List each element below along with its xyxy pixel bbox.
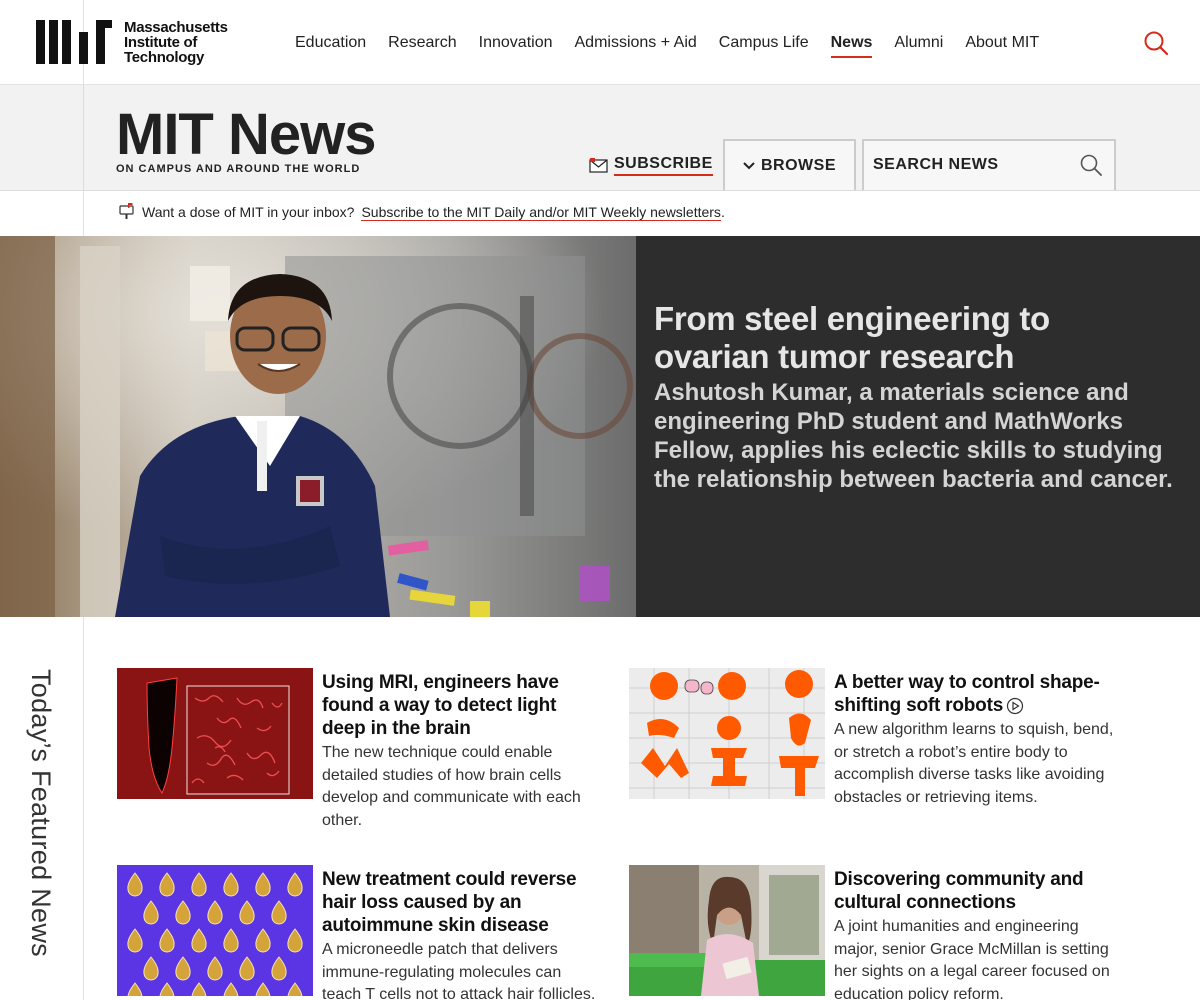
- hero-dek: Ashutosh Kumar, a materials science and …: [654, 379, 1173, 493]
- divider: [83, 617, 84, 1000]
- newsletter-suffix: .: [720, 203, 725, 220]
- site-header: Massachusetts Institute of Technology Ed…: [0, 0, 1200, 85]
- card-dek: A new algorithm learns to squish, bend, …: [834, 721, 1114, 806]
- nav-campus-life[interactable]: Campus Life: [719, 34, 809, 58]
- mit-logo-mark: [36, 20, 112, 64]
- divider: [83, 191, 84, 236]
- card-image[interactable]: [629, 865, 825, 996]
- envelope-icon: [589, 158, 608, 173]
- card-title[interactable]: New treatment could reverse hair loss ca…: [322, 868, 602, 937]
- subscribe-label: SUBSCRIBE: [614, 155, 713, 176]
- newsletter-banner: Want a dose of MIT in your inbox? Subscr…: [0, 191, 1200, 236]
- card-image[interactable]: [117, 668, 313, 799]
- search-icon[interactable]: [1143, 30, 1169, 56]
- card-title[interactable]: Using MRI, engineers have found a way to…: [322, 671, 602, 740]
- mit-wordmark: Massachusetts Institute of Technology: [124, 19, 228, 66]
- featured-card[interactable]: Discovering community and cultural conne…: [629, 865, 1119, 1000]
- card-title[interactable]: Discovering community and cultural conne…: [834, 868, 1114, 914]
- hero-story[interactable]: From steel engineering to ovarian tumor …: [0, 236, 1200, 617]
- featured-section-label: Today’s Featured News: [26, 669, 56, 957]
- search-news-label: SEARCH NEWS: [873, 156, 999, 173]
- mailbox-icon: [119, 203, 134, 219]
- card-dek: The new technique could enable detailed …: [322, 744, 581, 829]
- featured-card[interactable]: New treatment could reverse hair loss ca…: [117, 865, 607, 1000]
- featured-card[interactable]: Using MRI, engineers have found a way to…: [117, 668, 607, 838]
- nav-innovation[interactable]: Innovation: [479, 34, 553, 58]
- news-title: MIT News: [116, 102, 376, 167]
- main-nav: Education Research Innovation Admissions…: [295, 34, 1061, 58]
- nav-research[interactable]: Research: [388, 34, 456, 58]
- newsletter-link[interactable]: Subscribe to the MIT Daily and/or MIT We…: [361, 203, 721, 221]
- hero-title[interactable]: From steel engineering to ovarian tumor …: [654, 300, 1174, 376]
- play-video-icon: [1006, 697, 1024, 715]
- featured-news: Today’s Featured News Using MRI, enginee…: [0, 617, 1200, 1000]
- newsletter-prompt: Want a dose of MIT in your inbox?: [142, 203, 355, 220]
- card-dek: A microneedle patch that delivers immune…: [322, 941, 596, 1000]
- nav-education[interactable]: Education: [295, 34, 366, 58]
- featured-card[interactable]: A better way to control shape-shifting s…: [629, 668, 1119, 838]
- card-title[interactable]: A better way to control shape-shifting s…: [834, 671, 1114, 717]
- search-news-input[interactable]: SEARCH NEWS: [862, 139, 1116, 190]
- browse-label: BROWSE: [761, 156, 836, 174]
- mit-news-logo[interactable]: MIT News ON CAMPUS AND AROUND THE WORLD: [116, 102, 376, 176]
- card-image[interactable]: [629, 668, 825, 799]
- news-tagline: ON CAMPUS AND AROUND THE WORLD: [116, 163, 361, 175]
- nav-admissions-aid[interactable]: Admissions + Aid: [575, 34, 697, 58]
- card-dek: A joint humanities and engineering major…: [834, 918, 1110, 1000]
- hero-text: From steel engineering to ovarian tumor …: [654, 300, 1174, 494]
- browse-button[interactable]: BROWSE: [723, 139, 856, 190]
- chevron-down-icon: [743, 161, 755, 169]
- hero-image[interactable]: [0, 236, 636, 617]
- nav-news[interactable]: News: [830, 34, 873, 58]
- nav-about-mit[interactable]: About MIT: [965, 34, 1039, 58]
- nav-alumni[interactable]: Alumni: [894, 34, 943, 58]
- divider: [83, 85, 84, 191]
- news-header: MIT News ON CAMPUS AND AROUND THE WORLD …: [0, 85, 1200, 191]
- subscribe-button[interactable]: SUBSCRIBE: [589, 155, 713, 176]
- card-image[interactable]: [117, 865, 313, 996]
- search-icon[interactable]: [1080, 154, 1102, 176]
- mit-logo[interactable]: Massachusetts Institute of Technology: [36, 19, 236, 66]
